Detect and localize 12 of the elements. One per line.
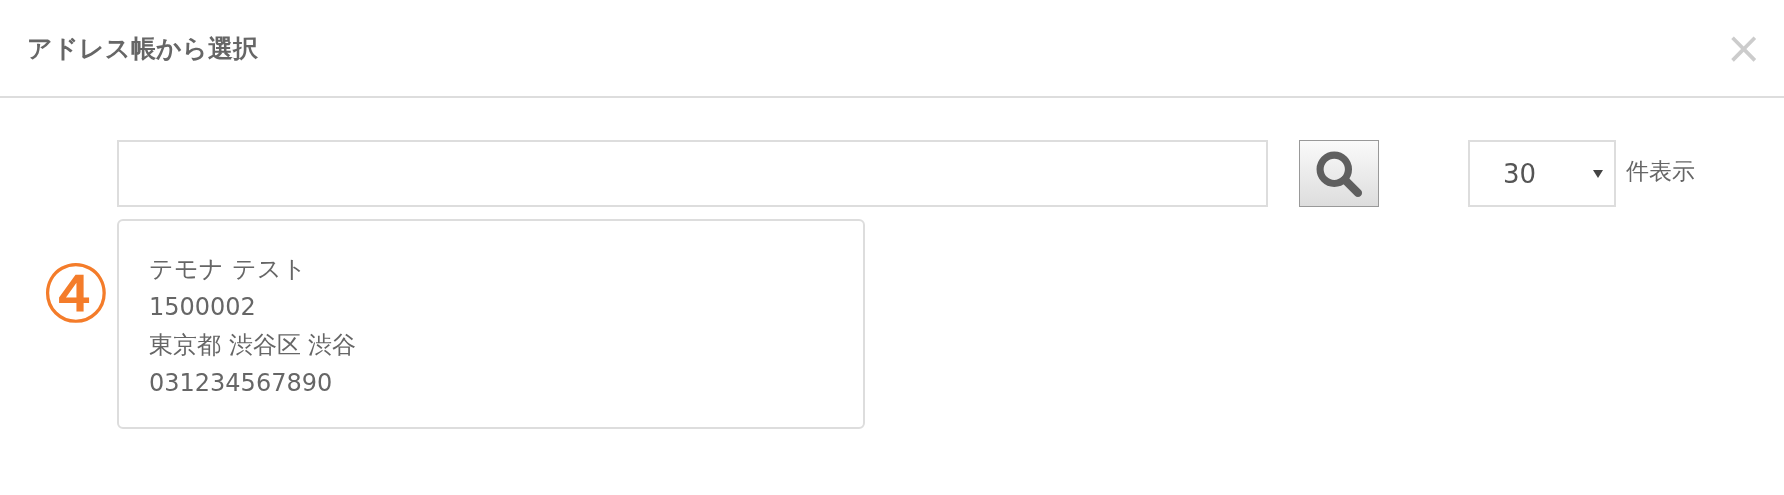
caret-icon <box>1592 168 1604 179</box>
address-line: 東京都 渋谷区 渋谷 <box>149 331 358 359</box>
page-size-select[interactable]: 30 <box>1468 140 1616 207</box>
page-size-label: 件表示 <box>1626 157 1695 186</box>
step-marker: ④ <box>40 255 113 335</box>
address-card[interactable]: テモナ テスト 1500002 東京都 渋谷区 渋谷 031234567890 <box>117 219 865 429</box>
address-line: テモナ テスト <box>149 255 308 283</box>
dialog-title: アドレス帳から選択 <box>27 32 258 65</box>
address-line: 031234567890 <box>149 369 334 397</box>
address-line: 1500002 <box>149 293 257 321</box>
search-field[interactable] <box>117 140 1268 207</box>
search-button[interactable] <box>1299 140 1379 207</box>
